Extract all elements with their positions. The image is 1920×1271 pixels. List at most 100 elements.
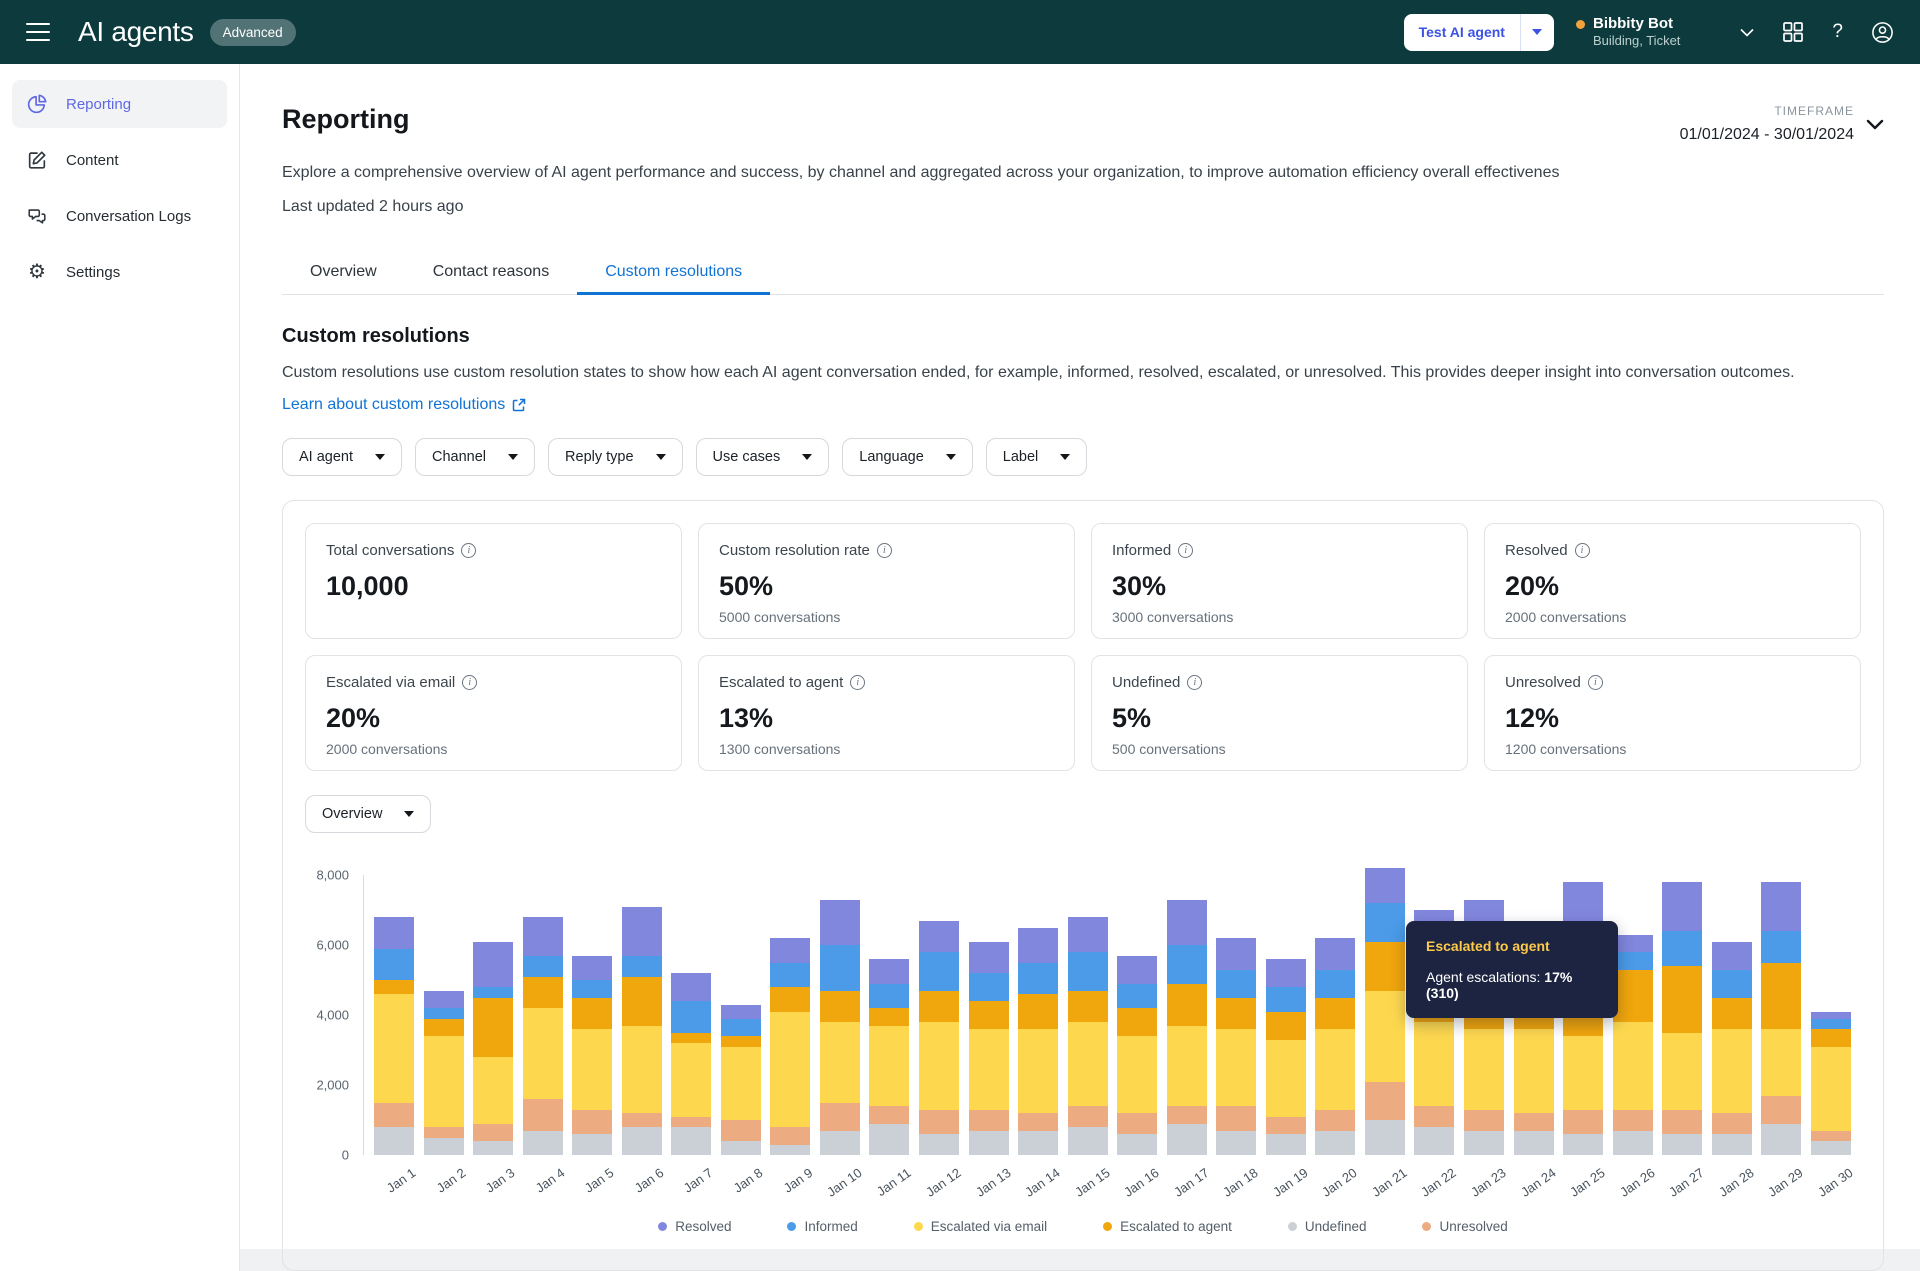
test-ai-agent-dropdown-toggle[interactable] [1520,14,1554,51]
bar-segment-resolved[interactable] [1068,917,1108,952]
bar-segment-unresolved[interactable] [1761,1096,1801,1124]
bar-segment-undefined[interactable] [671,1127,711,1155]
tab-custom-resolutions[interactable]: Custom resolutions [577,250,770,294]
tab-contact-reasons[interactable]: Contact reasons [405,250,578,294]
bar-segment-unresolved[interactable] [1315,1110,1355,1131]
bar-segment-undefined[interactable] [969,1131,1009,1156]
bar-segment-escalated-to-agent[interactable] [1365,942,1405,991]
bar-segment-resolved[interactable] [1761,882,1801,931]
bar-segment-unresolved[interactable] [869,1106,909,1124]
bar-jan-16[interactable]: Jan 16 [1117,956,1157,1156]
learn-link[interactable]: Learn about custom resolutions [282,396,526,414]
legend-item-informed[interactable]: Informed [787,1219,857,1234]
bar-segment-unresolved[interactable] [523,1099,563,1131]
active-bot-info[interactable]: Bibbity Bot Building, Ticket [1576,14,1680,50]
bar-segment-informed[interactable] [1712,970,1752,998]
bar-jan-11[interactable]: Jan 11 [869,959,909,1155]
bar-segment-escalated-to-agent[interactable] [1811,1029,1851,1047]
bar-segment-undefined[interactable] [1563,1134,1603,1155]
bar-segment-informed[interactable] [1761,931,1801,963]
bar-segment-unresolved[interactable] [1613,1110,1653,1131]
bar-segment-escalated-via-email[interactable] [622,1026,662,1114]
filter-channel[interactable]: Channel [415,438,535,476]
bar-segment-unresolved[interactable] [1167,1106,1207,1124]
bar-segment-escalated-via-email[interactable] [770,1012,810,1128]
bar-segment-resolved[interactable] [1018,928,1058,963]
bar-jan-30[interactable]: Jan 30 [1811,1012,1851,1156]
bar-segment-resolved[interactable] [1117,956,1157,984]
sidebar-item-reporting[interactable]: Reporting [12,80,227,128]
bar-segment-unresolved[interactable] [622,1113,662,1127]
bar-segment-escalated-to-agent[interactable] [1761,963,1801,1030]
bar-segment-resolved[interactable] [869,959,909,984]
bar-segment-undefined[interactable] [622,1127,662,1155]
bar-segment-resolved[interactable] [1365,868,1405,903]
info-icon[interactable]: i [877,543,892,558]
bar-segment-unresolved[interactable] [1068,1106,1108,1127]
bar-segment-informed[interactable] [1315,970,1355,998]
bar-segment-escalated-to-agent[interactable] [1216,998,1256,1030]
bar-segment-unresolved[interactable] [969,1110,1009,1131]
bar-segment-informed[interactable] [424,1008,464,1019]
bar-segment-escalated-via-email[interactable] [1514,1029,1554,1113]
bar-segment-escalated-to-agent[interactable] [1117,1008,1157,1036]
bar-segment-resolved[interactable] [523,917,563,956]
bar-segment-escalated-via-email[interactable] [1712,1029,1752,1113]
bar-segment-undefined[interactable] [1117,1134,1157,1155]
info-icon[interactable]: i [1187,675,1202,690]
bar-segment-undefined[interactable] [721,1141,761,1155]
bar-segment-resolved[interactable] [1216,938,1256,970]
filter-use-cases[interactable]: Use cases [696,438,830,476]
bar-segment-undefined[interactable] [424,1138,464,1156]
bar-jan-9[interactable]: Jan 9 [770,938,810,1155]
bar-segment-escalated-to-agent[interactable] [969,1001,1009,1029]
bar-segment-resolved[interactable] [1167,900,1207,946]
sidebar-item-conversation-logs[interactable]: Conversation Logs [12,192,227,240]
bar-segment-undefined[interactable] [473,1141,513,1155]
bar-segment-unresolved[interactable] [721,1120,761,1141]
bar-jan-8[interactable]: Jan 8 [721,1005,761,1156]
bar-segment-unresolved[interactable] [671,1117,711,1128]
bar-segment-undefined[interactable] [523,1131,563,1156]
info-icon[interactable]: i [850,675,865,690]
bar-segment-escalated-to-agent[interactable] [1712,998,1752,1030]
bar-segment-escalated-via-email[interactable] [1018,1029,1058,1113]
bar-segment-escalated-via-email[interactable] [671,1043,711,1117]
bar-segment-undefined[interactable] [1761,1124,1801,1156]
bar-segment-informed[interactable] [1613,952,1653,970]
info-icon[interactable]: i [1575,543,1590,558]
bar-segment-undefined[interactable] [1167,1124,1207,1156]
legend-item-escalated-via-email[interactable]: Escalated via email [914,1219,1047,1234]
bar-segment-escalated-to-agent[interactable] [424,1019,464,1037]
bar-jan-27[interactable]: Jan 27 [1662,882,1702,1155]
bar-jan-20[interactable]: Jan 20 [1315,938,1355,1155]
bar-jan-17[interactable]: Jan 17 [1167,900,1207,1156]
bar-segment-escalated-via-email[interactable] [473,1057,513,1124]
bar-segment-unresolved[interactable] [1712,1113,1752,1134]
bar-segment-resolved[interactable] [1315,938,1355,970]
legend-item-escalated-to-agent[interactable]: Escalated to agent [1103,1219,1232,1234]
bar-jan-21[interactable]: Jan 21 [1365,868,1405,1155]
bar-segment-undefined[interactable] [1365,1120,1405,1155]
bar-segment-escalated-to-agent[interactable] [1068,991,1108,1023]
hamburger-menu-icon[interactable] [26,23,50,41]
bar-segment-escalated-via-email[interactable] [1464,1029,1504,1110]
bar-segment-undefined[interactable] [1712,1134,1752,1155]
help-icon[interactable]: ? [1832,21,1843,43]
legend-item-undefined[interactable]: Undefined [1288,1219,1367,1234]
bar-segment-unresolved[interactable] [1018,1113,1058,1131]
apps-grid-icon[interactable] [1782,21,1804,43]
bar-segment-escalated-via-email[interactable] [1414,1022,1454,1106]
bar-segment-escalated-via-email[interactable] [820,1022,860,1103]
bar-segment-informed[interactable] [1365,903,1405,942]
bar-segment-escalated-via-email[interactable] [523,1008,563,1099]
bar-segment-undefined[interactable] [1018,1131,1058,1156]
bar-segment-informed[interactable] [622,956,662,977]
bar-jan-18[interactable]: Jan 18 [1216,938,1256,1155]
bar-segment-informed[interactable] [770,963,810,988]
bar-jan-12[interactable]: Jan 12 [919,921,959,1156]
bar-segment-unresolved[interactable] [1514,1113,1554,1131]
bar-jan-15[interactable]: Jan 15 [1068,917,1108,1155]
bar-segment-escalated-via-email[interactable] [1662,1033,1702,1110]
info-icon[interactable]: i [1588,675,1603,690]
